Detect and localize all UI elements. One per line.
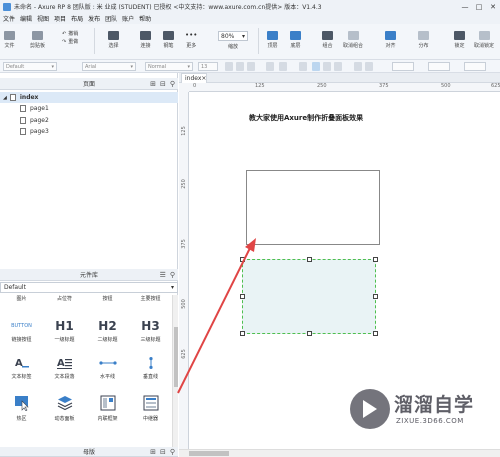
scrollbar-thumb[interactable]: [189, 451, 229, 456]
arrow-line: [177, 245, 252, 394]
arrow-head-icon: [245, 238, 256, 252]
canvas-horizontal-scrollbar[interactable]: [179, 449, 500, 457]
play-icon: [363, 400, 377, 418]
watermark: 溜溜自学 ZIXUE.3D66.COM: [350, 384, 500, 444]
